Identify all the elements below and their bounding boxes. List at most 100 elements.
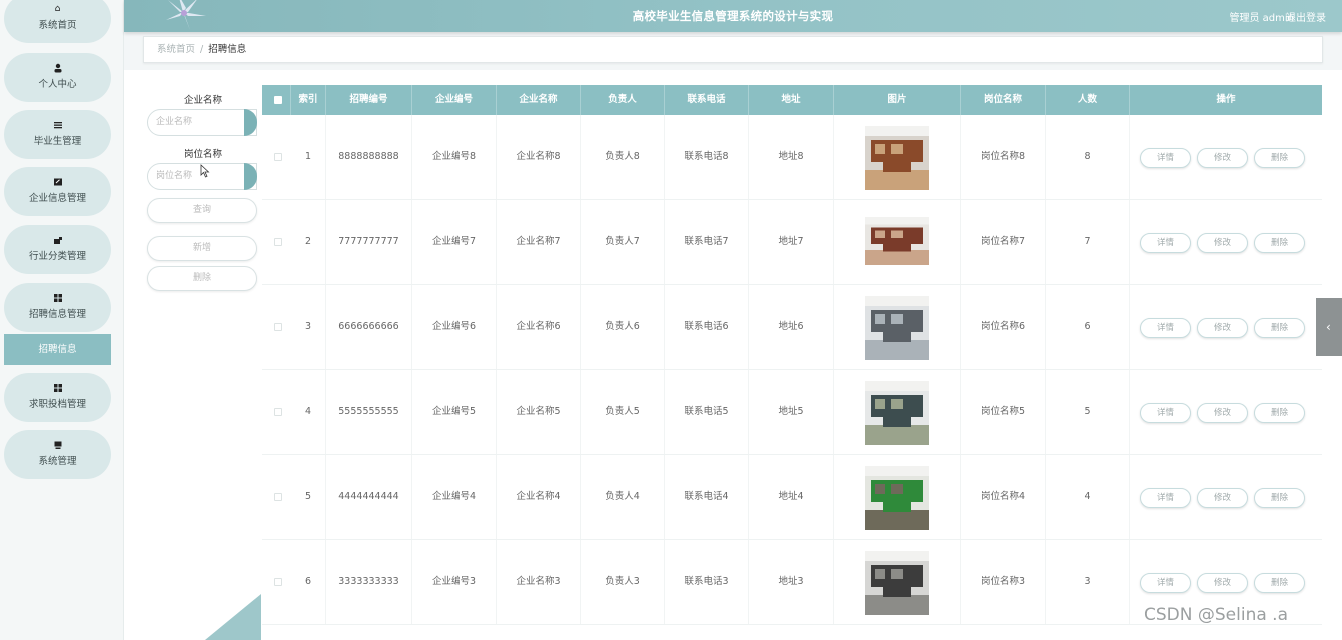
sidebar-item-label: 毕业生管理 <box>33 136 82 147</box>
sidebar-item-profile[interactable]: 个人中心 <box>4 53 111 102</box>
position-name-label: 岗位名称 <box>183 149 222 160</box>
sidebar-item-label: 系统管理 <box>38 456 77 467</box>
detail-button[interactable]: 详情 <box>1140 148 1191 168</box>
delete-button[interactable]: 删除 <box>1254 148 1305 168</box>
cell-actions: 详情 修改 删除 <box>1130 455 1322 539</box>
sidebar: ⌂ 系统首页 个人中心 毕业生管理 企业信息管理 行业分类管理 招聘信息管理 招… <box>0 0 124 640</box>
delete-button[interactable]: 删除 <box>1254 403 1305 423</box>
sidebar-item-applications[interactable]: 求职投档管理 <box>4 373 111 422</box>
page-title: 高校毕业生信息管理系统的设计与实现 <box>632 9 834 23</box>
column-header-image: 图片 <box>834 85 961 115</box>
cell-company-no: 企业编号5 <box>412 370 497 454</box>
sidebar-item-recruitment[interactable]: 招聘信息管理 <box>4 283 111 332</box>
cell-position: 岗位名称5 <box>961 370 1046 454</box>
row-checkbox[interactable] <box>274 323 282 331</box>
cell-code: 4444444444 <box>326 455 412 539</box>
cell-count: 5 <box>1046 370 1130 454</box>
delete-button[interactable]: 删除 <box>1254 318 1305 338</box>
edit-button[interactable]: 修改 <box>1197 233 1248 253</box>
add-button[interactable]: 新增 <box>147 236 257 261</box>
office-thumbnail-image <box>865 551 929 615</box>
cell-count: 3 <box>1046 540 1130 624</box>
cell-count: 6 <box>1046 285 1130 369</box>
cell-company-no: 企业编号4 <box>412 455 497 539</box>
table-row: 2 7777777777 企业编号7 企业名称7 负责人7 联系电话7 地址7 岗位名称7 7 详… <box>262 200 1322 285</box>
cell-manager: 负责人8 <box>581 115 665 199</box>
cell-index: 4 <box>291 370 326 454</box>
delete-button[interactable]: 删除 <box>1254 488 1305 508</box>
edit-button[interactable]: 修改 <box>1197 148 1248 168</box>
tag-icon <box>53 235 63 245</box>
select-all-checkbox[interactable] <box>274 96 282 104</box>
detail-button[interactable]: 详情 <box>1140 488 1191 508</box>
detail-button[interactable]: 详情 <box>1140 403 1191 423</box>
mouse-cursor-icon <box>200 164 210 178</box>
sidebar-item-label: 个人中心 <box>38 79 77 90</box>
cell-position: 岗位名称7 <box>961 200 1046 284</box>
cell-actions: 详情 修改 删除 <box>1130 370 1322 454</box>
cell-count: 4 <box>1046 455 1130 539</box>
sidebar-subitem-recruitment-info[interactable]: 招聘信息 <box>4 334 111 365</box>
row-checkbox[interactable] <box>274 238 282 246</box>
cell-phone: 联系电话6 <box>665 285 749 369</box>
edit-button[interactable]: 修改 <box>1197 318 1248 338</box>
query-button[interactable]: 查询 <box>147 198 257 223</box>
cell-image <box>834 115 961 199</box>
column-header-manager: 负责人 <box>581 85 665 115</box>
sidebar-item-graduates[interactable]: 毕业生管理 <box>4 110 111 159</box>
table-row: 5 4444444444 企业编号4 企业名称4 负责人4 联系电话4 地址4 岗位名称4 4 详… <box>262 455 1322 540</box>
detail-button[interactable]: 详情 <box>1140 318 1191 338</box>
breadcrumb-separator: / <box>200 44 204 55</box>
row-checkbox[interactable] <box>274 153 282 161</box>
batch-delete-button[interactable]: 删除 <box>147 266 257 291</box>
cell-index: 6 <box>291 540 326 624</box>
company-name-input[interactable]: 企业名称 <box>147 109 257 136</box>
watermark: CSDN @Selina .a <box>1144 605 1288 625</box>
sidebar-item-system[interactable]: 系统管理 <box>4 430 111 479</box>
grid-icon <box>53 293 63 303</box>
detail-button[interactable]: 详情 <box>1140 233 1191 253</box>
side-collapse-tab[interactable]: ‹ <box>1316 298 1342 356</box>
cell-index: 3 <box>291 285 326 369</box>
logout-link[interactable]: 退出登录 <box>1286 9 1326 24</box>
cell-code: 3333333333 <box>326 540 412 624</box>
edit-button[interactable]: 修改 <box>1197 573 1248 593</box>
edit-button[interactable]: 修改 <box>1197 403 1248 423</box>
list-icon <box>53 120 63 130</box>
cell-manager: 负责人7 <box>581 200 665 284</box>
cell-image <box>834 370 961 454</box>
sidebar-item-home[interactable]: ⌂ 系统首页 <box>4 0 111 43</box>
table-row: 1 8888888888 企业编号8 企业名称8 负责人8 联系电话8 地址8 岗位名称8 8 详… <box>262 115 1322 200</box>
sidebar-item-companies[interactable]: 企业信息管理 <box>4 167 111 216</box>
sidebar-item-label: 企业信息管理 <box>28 193 86 204</box>
sidebar-item-label: 求职投档管理 <box>28 399 86 410</box>
cell-address: 地址8 <box>749 115 834 199</box>
row-checkbox[interactable] <box>274 408 282 416</box>
cell-company: 企业名称8 <box>497 115 581 199</box>
cell-image <box>834 200 961 284</box>
user-icon <box>53 63 63 73</box>
breadcrumb-home[interactable]: 系统首页 <box>157 44 195 55</box>
cell-image <box>834 540 961 624</box>
cell-actions: 详情 修改 删除 <box>1130 285 1322 369</box>
row-checkbox[interactable] <box>274 578 282 586</box>
detail-button[interactable]: 详情 <box>1140 573 1191 593</box>
column-header-count: 人数 <box>1046 85 1130 115</box>
sidebar-item-industries[interactable]: 行业分类管理 <box>4 225 111 274</box>
delete-button[interactable]: 删除 <box>1254 233 1305 253</box>
row-checkbox[interactable] <box>274 493 282 501</box>
office-thumbnail-image <box>865 217 929 265</box>
grid-icon <box>53 383 63 393</box>
monitor-icon <box>53 440 63 450</box>
input-accent <box>244 163 257 190</box>
cell-image <box>834 455 961 539</box>
cell-company-no: 企业编号6 <box>412 285 497 369</box>
office-thumbnail-image <box>865 381 929 445</box>
cell-manager: 负责人3 <box>581 540 665 624</box>
cell-address: 地址5 <box>749 370 834 454</box>
edit-button[interactable]: 修改 <box>1197 488 1248 508</box>
column-header-address: 地址 <box>749 85 834 115</box>
delete-button[interactable]: 删除 <box>1254 573 1305 593</box>
select-all-cell <box>262 85 291 115</box>
cell-phone: 联系电话8 <box>665 115 749 199</box>
